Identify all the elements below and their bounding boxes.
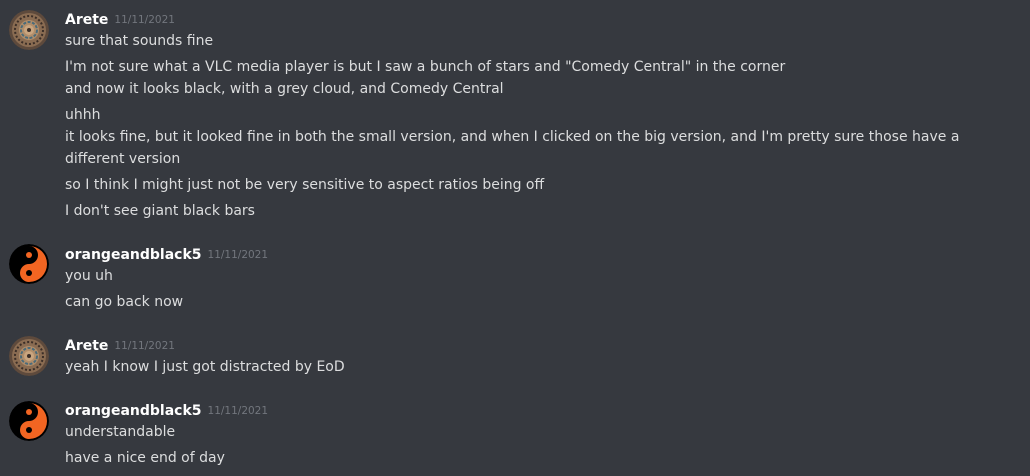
message-text: understandable (65, 424, 176, 440)
timestamp: 11/11/2021 (114, 14, 175, 26)
message-text: can go back now (65, 294, 184, 310)
message-text: have a nice end of day (65, 450, 225, 466)
yin-yang-avatar-icon[interactable] (9, 401, 49, 441)
mandala-avatar-icon[interactable] (9, 336, 49, 376)
message-text: I don't see giant black bars (65, 203, 255, 219)
timestamp: 11/11/2021 (207, 249, 269, 261)
chat-messages: Arete 11/11/2021 sure that sounds fine I'… (0, 0, 1030, 476)
username[interactable]: orangeandblack5 (65, 247, 202, 263)
message-text: yeah I know I just got distracted by EoD (65, 359, 345, 375)
yin-yang-avatar-icon[interactable] (9, 244, 49, 284)
timestamp: 11/11/2021 (114, 340, 175, 352)
message-text: so I think I might just not be very sens… (65, 177, 545, 193)
username[interactable]: Arete (65, 338, 108, 354)
message-text: sure that sounds fine (65, 33, 214, 49)
timestamp: 11/11/2021 (207, 405, 269, 417)
username[interactable]: orangeandblack5 (65, 403, 202, 419)
message-text: uhhh (65, 107, 101, 123)
message-text: and now it looks black, with a grey clou… (65, 81, 504, 97)
message-text: you uh (65, 268, 113, 284)
message-text: I'm not sure what a VLC media player is … (65, 59, 786, 75)
message-text: it looks fine, but it looked fine in bot… (65, 129, 960, 167)
username[interactable]: Arete (65, 12, 108, 28)
mandala-avatar-icon[interactable] (9, 10, 49, 50)
